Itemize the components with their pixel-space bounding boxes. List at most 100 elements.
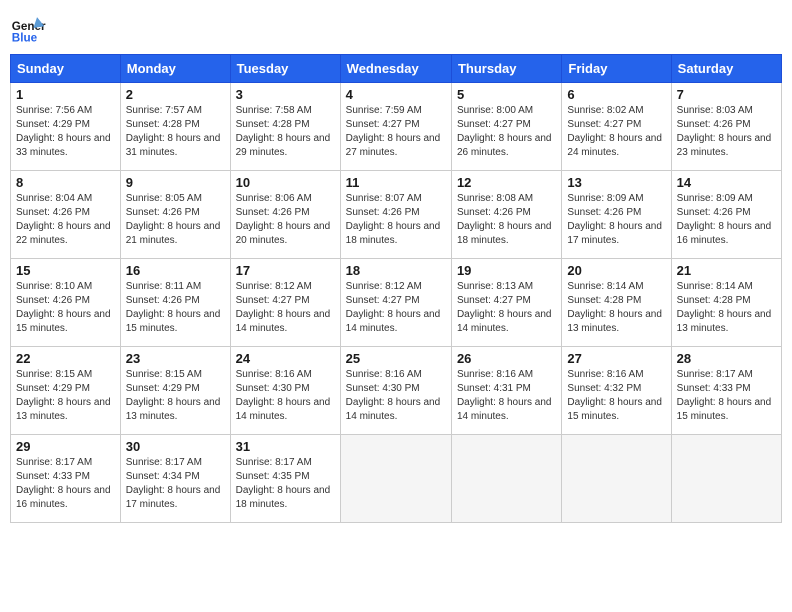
calendar-cell: 6Sunrise: 8:02 AMSunset: 4:27 PMDaylight…	[562, 83, 671, 171]
calendar-cell: 5 Sunrise: 8:00 AMSunset: 4:27 PMDaylight…	[451, 83, 561, 171]
calendar-cell: 24 Sunrise: 8:16 AMSunset: 4:30 PMDayligh…	[230, 347, 340, 435]
calendar-cell: 2 Sunrise: 7:57 AMSunset: 4:28 PMDaylight…	[120, 83, 230, 171]
calendar-cell: 15 Sunrise: 8:10 AMSunset: 4:26 PMDayligh…	[11, 259, 121, 347]
calendar-cell: 12 Sunrise: 8:08 AMSunset: 4:26 PMDayligh…	[451, 171, 561, 259]
day-info: Sunrise: 8:03 AMSunset: 4:26 PMDaylight:…	[677, 104, 776, 160]
logo-icon: General Blue	[10, 10, 46, 46]
day-info: Sunrise: 8:14 AMSunset: 4:28 PMDaylight:…	[567, 280, 665, 336]
calendar-week-1: 1 Sunrise: 7:56 AMSunset: 4:29 PMDaylight…	[11, 83, 782, 171]
day-info: Sunrise: 8:09 AMSunset: 4:26 PMDaylight:…	[567, 192, 665, 248]
col-header-monday: Monday	[120, 55, 230, 83]
day-info: Sunrise: 7:57 AMSunset: 4:28 PMDaylight:…	[126, 104, 225, 160]
day-info: Sunrise: 8:08 AMSunset: 4:26 PMDaylight:…	[457, 192, 556, 248]
day-number: 5	[457, 87, 556, 102]
page-header: General Blue	[10, 10, 782, 46]
calendar-cell: 17Sunrise: 8:12 AMSunset: 4:27 PMDayligh…	[230, 259, 340, 347]
day-number: 25	[346, 351, 446, 366]
day-number: 4	[346, 87, 446, 102]
day-info: Sunrise: 8:06 AMSunset: 4:26 PMDaylight:…	[236, 192, 335, 248]
calendar-cell: 22 Sunrise: 8:15 AMSunset: 4:29 PMDayligh…	[11, 347, 121, 435]
calendar-cell: 3 Sunrise: 7:58 AMSunset: 4:28 PMDaylight…	[230, 83, 340, 171]
col-header-thursday: Thursday	[451, 55, 561, 83]
calendar-cell: 16 Sunrise: 8:11 AMSunset: 4:26 PMDayligh…	[120, 259, 230, 347]
day-info: Sunrise: 8:17 AMSunset: 4:34 PMDaylight:…	[126, 456, 225, 512]
day-number: 23	[126, 351, 225, 366]
day-info: Sunrise: 8:09 AMSunset: 4:26 PMDaylight:…	[677, 192, 776, 248]
calendar-cell: 14 Sunrise: 8:09 AMSunset: 4:26 PMDayligh…	[671, 171, 781, 259]
day-info: Sunrise: 8:10 AMSunset: 4:26 PMDaylight:…	[16, 280, 115, 336]
calendar-cell: 10 Sunrise: 8:06 AMSunset: 4:26 PMDayligh…	[230, 171, 340, 259]
col-header-saturday: Saturday	[671, 55, 781, 83]
day-number: 18	[346, 263, 446, 278]
day-info: Sunrise: 8:04 AMSunset: 4:26 PMDaylight:…	[16, 192, 115, 248]
col-header-tuesday: Tuesday	[230, 55, 340, 83]
day-number: 13	[567, 175, 665, 190]
calendar-cell: 31Sunrise: 8:17 AMSunset: 4:35 PMDayligh…	[230, 435, 340, 523]
day-info: Sunrise: 8:17 AMSunset: 4:35 PMDaylight:…	[236, 456, 335, 512]
day-info: Sunrise: 8:16 AMSunset: 4:32 PMDaylight:…	[567, 368, 665, 424]
calendar-cell: 11 Sunrise: 8:07 AMSunset: 4:26 PMDayligh…	[340, 171, 451, 259]
day-number: 12	[457, 175, 556, 190]
day-number: 17	[236, 263, 335, 278]
day-number: 10	[236, 175, 335, 190]
day-number: 27	[567, 351, 665, 366]
calendar-cell: 13 Sunrise: 8:09 AMSunset: 4:26 PMDayligh…	[562, 171, 671, 259]
day-number: 14	[677, 175, 776, 190]
day-info: Sunrise: 8:11 AMSunset: 4:26 PMDaylight:…	[126, 280, 225, 336]
day-number: 3	[236, 87, 335, 102]
day-number: 15	[16, 263, 115, 278]
day-info: Sunrise: 8:00 AMSunset: 4:27 PMDaylight:…	[457, 104, 556, 160]
day-info: Sunrise: 8:17 AMSunset: 4:33 PMDaylight:…	[16, 456, 115, 512]
svg-text:Blue: Blue	[12, 32, 38, 45]
calendar-cell: 4 Sunrise: 7:59 AMSunset: 4:27 PMDaylight…	[340, 83, 451, 171]
day-info: Sunrise: 8:07 AMSunset: 4:26 PMDaylight:…	[346, 192, 446, 248]
calendar-cell: 30 Sunrise: 8:17 AMSunset: 4:34 PMDayligh…	[120, 435, 230, 523]
calendar-cell: 28 Sunrise: 8:17 AMSunset: 4:33 PMDayligh…	[671, 347, 781, 435]
day-number: 26	[457, 351, 556, 366]
calendar-header-row: SundayMondayTuesdayWednesdayThursdayFrid…	[11, 55, 782, 83]
day-info: Sunrise: 8:05 AMSunset: 4:26 PMDaylight:…	[126, 192, 225, 248]
calendar-cell: 20 Sunrise: 8:14 AMSunset: 4:28 PMDayligh…	[562, 259, 671, 347]
day-info: Sunrise: 8:16 AMSunset: 4:30 PMDaylight:…	[346, 368, 446, 424]
day-number: 28	[677, 351, 776, 366]
day-number: 2	[126, 87, 225, 102]
calendar-cell: 23 Sunrise: 8:15 AMSunset: 4:29 PMDayligh…	[120, 347, 230, 435]
day-info: Sunrise: 8:16 AMSunset: 4:30 PMDaylight:…	[236, 368, 335, 424]
day-info: Sunrise: 8:13 AMSunset: 4:27 PMDaylight:…	[457, 280, 556, 336]
calendar-cell: 21 Sunrise: 8:14 AMSunset: 4:28 PMDayligh…	[671, 259, 781, 347]
day-number: 8	[16, 175, 115, 190]
day-info: Sunrise: 8:12 AMSunset: 4:27 PMDaylight:…	[346, 280, 446, 336]
col-header-wednesday: Wednesday	[340, 55, 451, 83]
day-number: 19	[457, 263, 556, 278]
day-number: 11	[346, 175, 446, 190]
calendar-cell	[671, 435, 781, 523]
calendar-cell: 26Sunrise: 8:16 AMSunset: 4:31 PMDayligh…	[451, 347, 561, 435]
day-number: 30	[126, 439, 225, 454]
logo: General Blue	[10, 10, 50, 46]
calendar-cell: 7 Sunrise: 8:03 AMSunset: 4:26 PMDaylight…	[671, 83, 781, 171]
calendar-week-5: 29Sunrise: 8:17 AMSunset: 4:33 PMDayligh…	[11, 435, 782, 523]
day-info: Sunrise: 7:56 AMSunset: 4:29 PMDaylight:…	[16, 104, 115, 160]
day-number: 20	[567, 263, 665, 278]
day-number: 24	[236, 351, 335, 366]
day-info: Sunrise: 8:17 AMSunset: 4:33 PMDaylight:…	[677, 368, 776, 424]
calendar-cell: 9 Sunrise: 8:05 AMSunset: 4:26 PMDaylight…	[120, 171, 230, 259]
day-number: 21	[677, 263, 776, 278]
day-info: Sunrise: 8:02 AMSunset: 4:27 PMDaylight:…	[567, 104, 665, 160]
calendar-cell	[451, 435, 561, 523]
calendar-cell: 29Sunrise: 8:17 AMSunset: 4:33 PMDayligh…	[11, 435, 121, 523]
calendar-cell: 19 Sunrise: 8:13 AMSunset: 4:27 PMDayligh…	[451, 259, 561, 347]
calendar-cell: 8 Sunrise: 8:04 AMSunset: 4:26 PMDaylight…	[11, 171, 121, 259]
col-header-friday: Friday	[562, 55, 671, 83]
day-number: 1	[16, 87, 115, 102]
day-info: Sunrise: 8:15 AMSunset: 4:29 PMDaylight:…	[126, 368, 225, 424]
day-number: 9	[126, 175, 225, 190]
col-header-sunday: Sunday	[11, 55, 121, 83]
day-number: 7	[677, 87, 776, 102]
day-number: 16	[126, 263, 225, 278]
day-number: 22	[16, 351, 115, 366]
day-info: Sunrise: 8:15 AMSunset: 4:29 PMDaylight:…	[16, 368, 115, 424]
day-info: Sunrise: 7:59 AMSunset: 4:27 PMDaylight:…	[346, 104, 446, 160]
day-info: Sunrise: 8:14 AMSunset: 4:28 PMDaylight:…	[677, 280, 776, 336]
day-info: Sunrise: 7:58 AMSunset: 4:28 PMDaylight:…	[236, 104, 335, 160]
